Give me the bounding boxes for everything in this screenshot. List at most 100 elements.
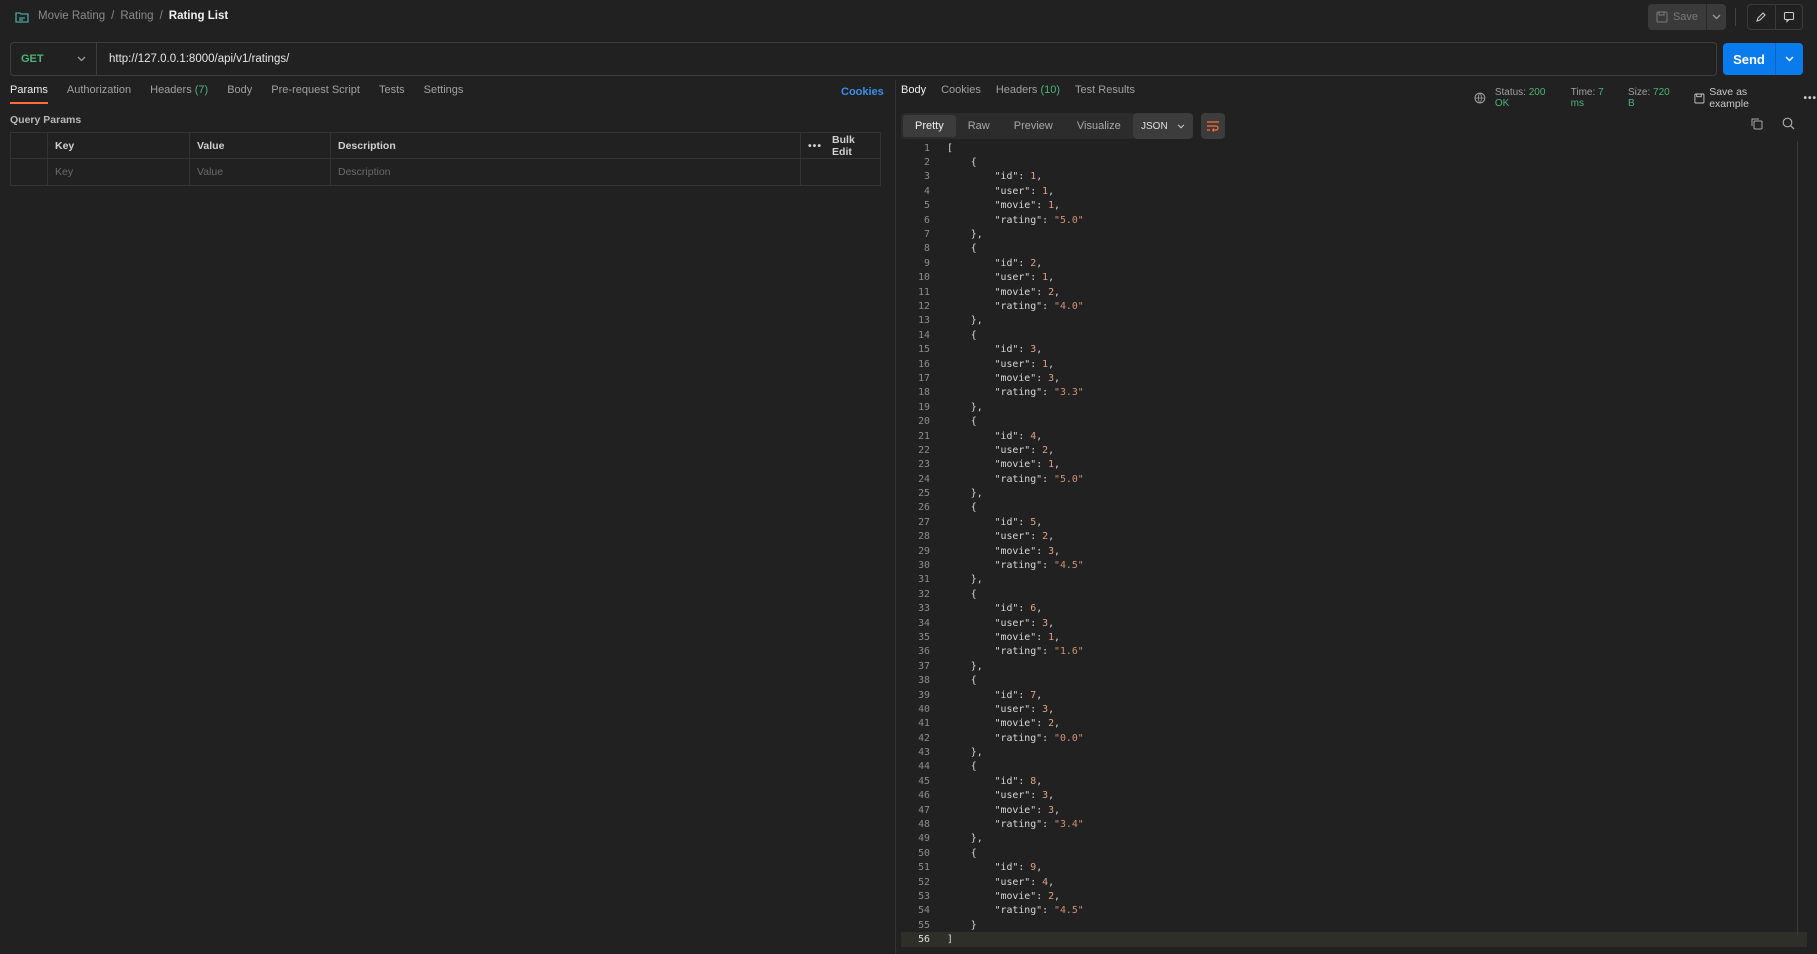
chevron-down-icon [1712, 14, 1721, 20]
code-line: 7 }, [901, 227, 1807, 241]
tab-response-body[interactable]: Body [901, 84, 926, 96]
line-number: 18 [918, 387, 930, 399]
line-number: 3 [924, 171, 930, 183]
code-text: { [970, 761, 977, 773]
code-line: 30 "rating": "4.5" [901, 558, 1807, 572]
line-number: 44 [918, 761, 930, 773]
line-number: 27 [918, 516, 930, 528]
pencil-icon [1756, 12, 1767, 22]
size-info[interactable]: Size: 720 B [1628, 87, 1678, 109]
search-icon[interactable] [1782, 117, 1795, 130]
code-line: 37 }, [901, 659, 1807, 673]
url-input[interactable]: http://127.0.0.1:8000/api/v1/ratings/ [97, 53, 289, 65]
edit-button[interactable] [1748, 5, 1775, 29]
code-line: 8 { [901, 242, 1807, 256]
tab-response-headers[interactable]: Headers (10) [996, 84, 1060, 96]
tab-settings[interactable]: Settings [424, 84, 464, 104]
mode-raw[interactable]: Raw [956, 115, 1002, 137]
send-dropdown-button[interactable] [1775, 43, 1803, 75]
status-info[interactable]: Status: 200 OK [1495, 87, 1562, 109]
line-number: 23 [918, 459, 930, 471]
comment-icon [1783, 11, 1794, 23]
code-text: { [970, 502, 977, 514]
code-line: 48 "rating": "3.4" [901, 817, 1807, 831]
line-number: 21 [918, 430, 930, 442]
column-header-description: Description [331, 133, 801, 158]
tab-headers[interactable]: Headers (7) [150, 84, 208, 104]
code-text: "rating": "3.3" [994, 387, 1084, 399]
line-number: 30 [918, 560, 930, 572]
line-number: 56 [918, 934, 930, 946]
globe-icon[interactable] [1474, 92, 1486, 104]
chevron-down-icon [1177, 123, 1185, 129]
code-line: 18 "rating": "3.3" [901, 386, 1807, 400]
bulk-edit-button[interactable]: Bulk Edit [832, 134, 870, 158]
code-text: "user": 4, [994, 876, 1055, 888]
code-line: 6 "rating": "5.0" [901, 213, 1807, 227]
line-number: 43 [918, 747, 930, 759]
code-text: "movie": 1, [994, 631, 1060, 643]
tab-response-headers-label: Headers [995, 84, 1038, 96]
code-line: 27 "id": 5, [901, 515, 1807, 529]
line-number: 49 [918, 833, 930, 845]
key-input[interactable]: Key [48, 159, 190, 185]
code-text: "rating": "4.5" [994, 905, 1084, 917]
breadcrumb-item-folder[interactable]: Rating [120, 10, 153, 22]
table-row: Key Value Description [11, 159, 880, 185]
code-text: "id": 8, [994, 775, 1043, 787]
tab-prerequest-script[interactable]: Pre-request Script [271, 84, 360, 104]
tab-body[interactable]: Body [227, 84, 252, 104]
tab-tests[interactable]: Tests [379, 84, 405, 104]
editor-scrollbar[interactable] [1797, 141, 1798, 936]
cookies-link[interactable]: Cookies [841, 86, 884, 98]
tab-response-cookies[interactable]: Cookies [941, 84, 981, 96]
code-text: "id": 5, [994, 516, 1043, 528]
tab-params[interactable]: Params [10, 84, 48, 104]
page-title[interactable]: Rating List [169, 10, 228, 22]
line-number: 38 [918, 675, 930, 687]
code-text: "movie": 3, [994, 545, 1060, 557]
mode-pretty[interactable]: Pretty [903, 115, 956, 137]
code-line: 38 { [901, 673, 1807, 687]
copy-icon[interactable] [1750, 117, 1763, 130]
save-label: Save [1672, 11, 1699, 23]
comments-button[interactable] [1774, 5, 1803, 29]
code-line: 52 "user": 4, [901, 875, 1807, 889]
mode-visualize[interactable]: Visualize [1065, 115, 1133, 137]
save-dropdown-button[interactable] [1706, 4, 1726, 30]
pane-divider[interactable] [895, 80, 896, 954]
code-line: 45 "id": 8, [901, 774, 1807, 788]
save-button[interactable]: Save [1648, 4, 1706, 30]
line-number: 45 [918, 775, 930, 787]
code-line: 24 "rating": "5.0" [901, 472, 1807, 486]
description-input[interactable]: Description [331, 159, 801, 185]
method-label: GET [21, 53, 44, 65]
code-line: 19 }, [901, 400, 1807, 414]
response-body-editor[interactable]: 1[2 {3 "id": 1, 4 "user": 1, 5 "movie": 1,… [901, 141, 1807, 947]
code-text: "user": 2, [994, 531, 1055, 543]
method-select[interactable]: GET [11, 43, 97, 75]
format-select[interactable]: JSON [1133, 113, 1193, 139]
edit-group [1747, 4, 1803, 30]
more-options-icon[interactable]: ••• [1804, 93, 1817, 104]
breadcrumb-item-collection[interactable]: Movie Rating [38, 10, 105, 22]
row-checkbox[interactable] [11, 159, 48, 185]
save-as-example-label: Save as example [1709, 86, 1749, 110]
line-number: 11 [918, 286, 930, 298]
line-number: 13 [918, 315, 930, 327]
line-number: 19 [918, 401, 930, 413]
code-line: 26 { [901, 501, 1807, 515]
code-line: 28 "user": 2, [901, 530, 1807, 544]
tab-authorization[interactable]: Authorization [67, 84, 131, 104]
column-header-key: Key [48, 133, 190, 158]
more-options-icon[interactable]: ••• [808, 140, 822, 152]
send-button[interactable]: Send [1723, 43, 1775, 75]
time-info[interactable]: Time: 7 ms [1571, 87, 1619, 109]
value-input[interactable]: Value [190, 159, 331, 185]
mode-preview[interactable]: Preview [1002, 115, 1065, 137]
line-number: 55 [918, 919, 930, 931]
wrap-lines-button[interactable] [1201, 113, 1225, 139]
code-text: "user": 1, [994, 358, 1055, 370]
save-as-example-button[interactable]: Save as example [1694, 86, 1788, 110]
tab-test-results[interactable]: Test Results [1075, 84, 1135, 96]
